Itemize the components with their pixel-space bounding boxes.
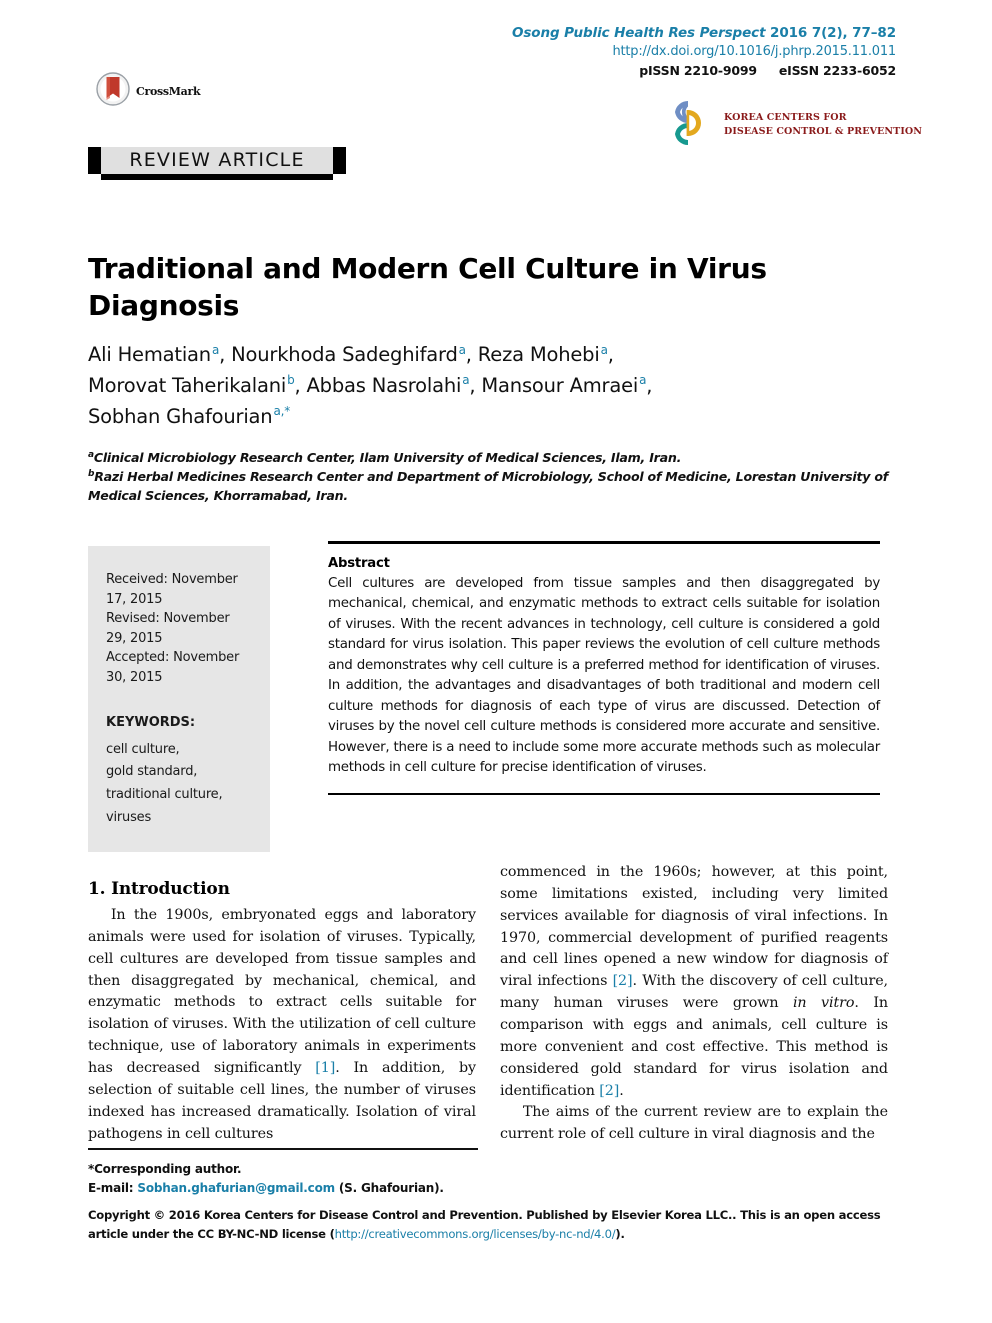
author-name[interactable]: Nourkhoda Sadeghifard [231, 343, 458, 366]
abstract-text: Cell cultures are developed from tissue … [328, 575, 880, 776]
affiliation-a: aClinical Microbiology Research Center, … [88, 449, 888, 468]
author-affiliation-marker: a [211, 342, 220, 357]
journal-header-info: Osong Public Health Res Perspect 2016 7(… [512, 24, 896, 79]
author-name[interactable]: Ali Hematian [88, 343, 211, 366]
abstract-bottom-rule [328, 792, 880, 795]
journal-name: Osong Public Health Res Perspect [512, 25, 766, 41]
crossmark-badge[interactable]: CrossMark [96, 72, 201, 110]
author-affiliation-marker: a [600, 342, 608, 357]
author-list: Ali Hematiana, Nourkhoda Sadeghifarda, R… [88, 342, 653, 428]
kcdc-label: KOREA CENTERS FOR DISEASE CONTROL & PREV… [724, 111, 922, 139]
paragraph: In the 1900s, embryonated eggs and labor… [88, 905, 476, 1145]
kcdc-line-1: KOREA CENTERS FOR [724, 112, 847, 124]
email-link[interactable]: Sobhan.ghafurian@gmail.com [137, 1181, 335, 1195]
journal-citation: Osong Public Health Res Perspect 2016 7(… [512, 24, 896, 43]
abstract-top-rule [328, 541, 880, 544]
article-metadata-sidebar: Received: November 17, 2015 Revised: Nov… [88, 546, 270, 852]
article-type-label: REVIEW ARTICLE [129, 149, 305, 171]
issn-line: pISSN 2210-9099 eISSN 2233-6052 [512, 62, 896, 80]
keywords-list: cell culture, gold standard, traditional… [106, 741, 223, 825]
copyright-block: Copyright © 2016 Korea Centers for Disea… [88, 1206, 888, 1244]
citation-ref[interactable]: [2] [613, 973, 633, 989]
kcdc-mark-icon [662, 99, 714, 151]
paragraph: commenced in the 1960s; however, at this… [500, 862, 888, 1102]
paragraph-text: In the 1900s, embryonated eggs and labor… [88, 907, 476, 1077]
abstract-heading: Abstract [328, 555, 390, 571]
article-dates: Received: November 17, 2015 Revised: Nov… [106, 572, 240, 685]
author-affiliation-marker: a [639, 373, 647, 388]
page-title: Traditional and Modern Cell Culture in V… [88, 251, 767, 322]
author-name[interactable]: Sobhan Ghafourian [88, 405, 273, 428]
citation-ref[interactable]: [1] [315, 1060, 335, 1076]
corresponding-author-note: *Corresponding author. [88, 1162, 242, 1176]
section-heading-introduction: 1. Introduction [88, 879, 230, 900]
corresponding-author-email-line: E-mail: Sobhan.ghafurian@gmail.com (S. G… [88, 1179, 688, 1198]
article-type-banner: REVIEW ARTICLE [88, 147, 346, 180]
email-label: E-mail: [88, 1180, 138, 1195]
crossmark-label: CrossMark [136, 84, 201, 98]
doi-link[interactable]: http://dx.doi.org/10.1016/j.phrp.2015.11… [512, 43, 896, 61]
kcdc-line-2: DISEASE CONTROL & PREVENTION [724, 126, 923, 137]
banner-underline [101, 174, 333, 180]
eissn: eISSN 2233-6052 [778, 62, 896, 78]
crossmark-icon [96, 72, 130, 110]
author-name[interactable]: Mansour Amraei [481, 374, 638, 397]
keywords-heading: KEYWORDS: [106, 715, 196, 730]
affiliation-list: aClinical Microbiology Research Center, … [88, 449, 888, 506]
footer-divider [88, 1148, 478, 1150]
author-name[interactable]: Reza Mohebi [478, 343, 600, 366]
kcdc-logo: KOREA CENTERS FOR DISEASE CONTROL & PREV… [662, 99, 922, 151]
license-link[interactable]: http://creativecommons.org/licenses/by-n… [335, 1227, 616, 1241]
email-owner: (S. Ghafourian). [334, 1180, 444, 1195]
citation-ref[interactable]: [2] [599, 1083, 619, 1099]
paper-page: Osong Public Health Res Perspect 2016 7(… [0, 0, 992, 1323]
author-affiliation-marker: a [458, 342, 466, 357]
pissn: pISSN 2210-9099 [639, 62, 757, 78]
abstract-section: Abstract Cell cultures are developed fro… [328, 541, 880, 795]
author-name[interactable]: Morovat Taherikalani [88, 374, 286, 397]
affiliation-a-text: Clinical Microbiology Research Center, I… [93, 450, 682, 466]
author-name[interactable]: Abbas Nasrolahi [307, 374, 462, 397]
paragraph: The aims of the current review are to ex… [500, 1104, 888, 1143]
author-affiliation-marker: b [287, 373, 295, 388]
author-affiliation-marker: a,* [273, 404, 291, 419]
copyright-text-end: ). [615, 1227, 625, 1242]
paragraph-text: commenced in the 1960s; however, at this… [500, 864, 888, 990]
paragraph-text: . [619, 1082, 624, 1099]
italic-term: in vitro [792, 995, 855, 1012]
affiliation-b: bRazi Herbal Medicines Research Center a… [88, 468, 888, 506]
body-column-right: commenced in the 1960s; however, at this… [500, 862, 888, 1146]
journal-volume-pages: 2016 7(2), 77–82 [770, 25, 896, 41]
author-affiliation-marker: a [462, 373, 470, 388]
body-column-left: In the 1900s, embryonated eggs and labor… [88, 905, 476, 1145]
affiliation-b-text: Razi Herbal Medicines Research Center an… [88, 469, 888, 504]
corresponding-author-block: *Corresponding author. E-mail: Sobhan.gh… [88, 1160, 688, 1197]
